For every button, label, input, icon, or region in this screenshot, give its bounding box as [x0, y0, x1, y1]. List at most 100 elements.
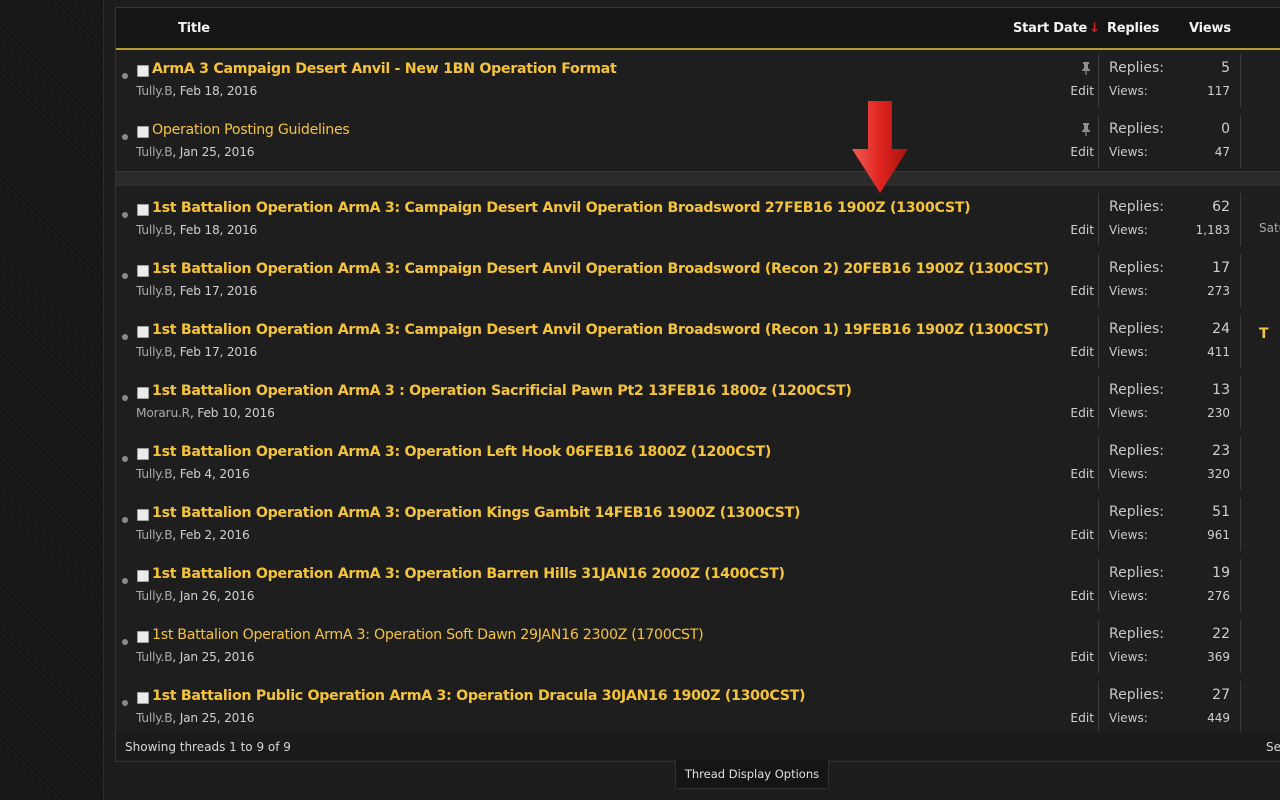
thread-author-link[interactable]: Tully.B: [136, 145, 173, 159]
thread-row: 1st Battalion Operation ArmA 3 : Operati…: [116, 372, 1280, 434]
thread-start-date: Feb 4, 2016: [179, 467, 250, 481]
thread-display-options-button[interactable]: Thread Display Options: [675, 760, 829, 789]
replies-count: 19: [1212, 565, 1230, 581]
thread-title-link[interactable]: 1st Battalion Operation ArmA 3: Campaign…: [152, 200, 971, 216]
thread-select-checkbox[interactable]: [137, 204, 149, 216]
thread-select-checkbox[interactable]: [137, 570, 149, 582]
thread-row: 1st Battalion Public Operation ArmA 3: O…: [116, 677, 1280, 739]
thread-author-link[interactable]: Moraru.R: [136, 406, 190, 420]
edit-thread-link[interactable]: Edit: [1070, 406, 1094, 420]
views-label: Views:: [1109, 345, 1148, 359]
views-count: 369: [1207, 650, 1230, 664]
thread-status-dot: [122, 212, 128, 218]
replies-count: 0: [1221, 121, 1230, 137]
thread-title-link[interactable]: 1st Battalion Operation ArmA 3: Operatio…: [152, 627, 704, 643]
thread-row: 1st Battalion Operation ArmA 3: Campaign…: [116, 189, 1280, 251]
thread-meta: Tully.B, Feb 18, 2016: [136, 84, 258, 98]
thread-select-checkbox[interactable]: [137, 265, 149, 277]
thread-author-link[interactable]: Tully.B: [136, 711, 173, 725]
views-label: Views:: [1109, 406, 1148, 420]
views-label: Views:: [1109, 84, 1148, 98]
edit-thread-link[interactable]: Edit: [1070, 589, 1094, 603]
thread-stats: Replies: 19 Views: 276: [1098, 559, 1241, 612]
thread-stats: Replies: 0 Views: 47: [1098, 115, 1241, 168]
thread-select-checkbox[interactable]: [137, 387, 149, 399]
thread-title-link[interactable]: Operation Posting Guidelines: [152, 122, 350, 138]
thread-title-link[interactable]: 1st Battalion Operation ArmA 3: Operatio…: [152, 444, 771, 460]
thread-title-link[interactable]: 1st Battalion Operation ArmA 3 : Operati…: [152, 383, 852, 399]
title-column-header[interactable]: Title: [178, 21, 210, 36]
thread-title-link[interactable]: 1st Battalion Public Operation ArmA 3: O…: [152, 688, 805, 704]
thread-select-checkbox[interactable]: [137, 692, 149, 704]
start-date-column-header[interactable]: Start Date ↓: [1013, 21, 1100, 36]
views-count: 117: [1207, 84, 1230, 98]
thread-select-checkbox[interactable]: [137, 448, 149, 460]
thread-list-footer: Showing threads 1 to 9 of 9 Se: [116, 732, 1280, 760]
thread-status-dot: [122, 73, 128, 79]
edit-thread-link[interactable]: Edit: [1070, 711, 1094, 725]
edit-thread-link[interactable]: Edit: [1070, 84, 1094, 98]
thread-stats: Replies: 5 Views: 117: [1098, 54, 1241, 107]
thread-select-checkbox[interactable]: [137, 509, 149, 521]
views-count: 273: [1207, 284, 1230, 298]
views-count: 230: [1207, 406, 1230, 420]
thread-select-checkbox[interactable]: [137, 631, 149, 643]
thread-author-link[interactable]: Tully.B: [136, 345, 173, 359]
thread-start-date: Feb 17, 2016: [179, 284, 258, 298]
edit-thread-link[interactable]: Edit: [1070, 145, 1094, 159]
views-label: Views:: [1109, 467, 1148, 481]
edit-thread-link[interactable]: Edit: [1070, 528, 1094, 542]
replies-column-header[interactable]: Replies: [1107, 21, 1159, 36]
thread-author-link[interactable]: Tully.B: [136, 528, 173, 542]
sticky-thread-row: Operation Posting Guidelines Tully.B, Jan…: [116, 111, 1280, 173]
views-count: 320: [1207, 467, 1230, 481]
thread-stats: Replies: 23 Views: 320: [1098, 437, 1241, 490]
thread-start-date: Jan 25, 2016: [179, 711, 255, 725]
thread-meta: Tully.B, Feb 2, 2016: [136, 528, 250, 542]
thread-author-link[interactable]: Tully.B: [136, 467, 173, 481]
thread-status-dot: [122, 700, 128, 706]
replies-count: 62: [1212, 199, 1230, 215]
replies-count: 17: [1212, 260, 1230, 276]
edit-thread-link[interactable]: Edit: [1070, 284, 1094, 298]
views-column-header[interactable]: Views: [1189, 21, 1231, 36]
thread-author-link[interactable]: Tully.B: [136, 650, 173, 664]
thread-stats: Replies: 17 Views: 273: [1098, 254, 1241, 307]
thread-author-link[interactable]: Tully.B: [136, 284, 173, 298]
thread-title-link[interactable]: 1st Battalion Operation ArmA 3: Operatio…: [152, 566, 785, 582]
thread-author-link[interactable]: Tully.B: [136, 589, 173, 603]
last-post-fragment[interactable]: Satu: [1259, 221, 1280, 235]
thread-title-link[interactable]: 1st Battalion Operation ArmA 3: Campaign…: [152, 322, 1049, 338]
last-post-fragment[interactable]: T: [1259, 326, 1269, 342]
thread-meta: Tully.B, Jan 25, 2016: [136, 711, 255, 725]
thread-meta: Tully.B, Feb 17, 2016: [136, 284, 258, 298]
thread-author-link[interactable]: Tully.B: [136, 84, 173, 98]
thread-title-link[interactable]: ArmA 3 Campaign Desert Anvil - New 1BN O…: [152, 61, 617, 77]
thread-title-link[interactable]: 1st Battalion Operation ArmA 3: Operatio…: [152, 505, 800, 521]
replies-label: Replies:: [1109, 626, 1165, 642]
replies-label: Replies:: [1109, 321, 1165, 337]
thread-author-link[interactable]: Tully.B: [136, 223, 173, 237]
thread-meta: Tully.B, Feb 4, 2016: [136, 467, 250, 481]
thread-list-panel: Title Start Date ↓ Replies Views ArmA 3 C…: [115, 7, 1280, 762]
views-label: Views:: [1109, 284, 1148, 298]
footer-right-fragment[interactable]: Se: [1266, 740, 1280, 754]
thread-meta: Tully.B, Jan 25, 2016: [136, 145, 255, 159]
views-label: Views:: [1109, 145, 1148, 159]
edit-thread-link[interactable]: Edit: [1070, 467, 1094, 481]
thread-select-checkbox[interactable]: [137, 326, 149, 338]
thread-title-link[interactable]: 1st Battalion Operation ArmA 3: Campaign…: [152, 261, 1049, 277]
thread-select-checkbox[interactable]: [137, 126, 149, 138]
replies-label: Replies:: [1109, 199, 1165, 215]
edit-thread-link[interactable]: Edit: [1070, 345, 1094, 359]
views-label: Views:: [1109, 589, 1148, 603]
thread-status-dot: [122, 456, 128, 462]
replies-label: Replies:: [1109, 565, 1165, 581]
thread-select-checkbox[interactable]: [137, 65, 149, 77]
replies-label: Replies:: [1109, 382, 1165, 398]
thread-row: 1st Battalion Operation ArmA 3: Operatio…: [116, 494, 1280, 556]
thread-row: 1st Battalion Operation ArmA 3: Operatio…: [116, 555, 1280, 617]
views-label: Views:: [1109, 223, 1148, 237]
edit-thread-link[interactable]: Edit: [1070, 650, 1094, 664]
edit-thread-link[interactable]: Edit: [1070, 223, 1094, 237]
